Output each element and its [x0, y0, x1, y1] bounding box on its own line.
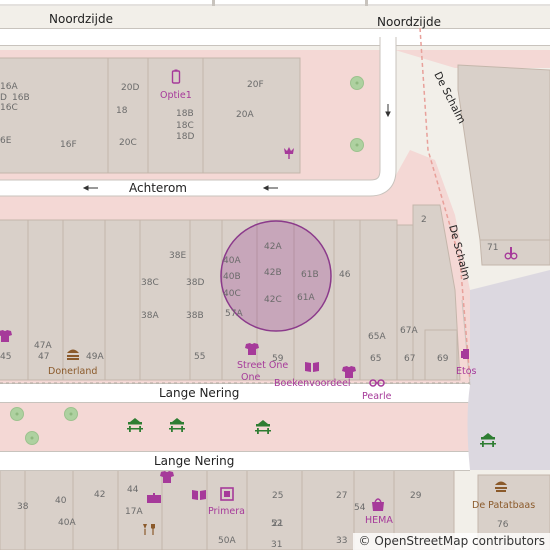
house-number: 65 [370, 354, 381, 364]
house-number: 20F [247, 80, 264, 90]
house-number: 18B [176, 109, 194, 119]
house-number: 38 [17, 502, 29, 512]
house-number: 29 [410, 491, 422, 501]
house-number: 67A [400, 326, 418, 336]
house-number: 42 [94, 490, 105, 500]
house-number: 27 [336, 491, 347, 501]
house-number: 16F [60, 140, 77, 150]
house-number: 45 [0, 352, 11, 362]
house-number: 6E [0, 136, 12, 146]
house-number: 38E [169, 251, 186, 261]
house-number: 57A [225, 309, 243, 319]
house-number: 49A [86, 352, 104, 362]
house-number: 18 [116, 106, 128, 116]
house-number: 40A [223, 256, 241, 266]
map-attribution: © OpenStreetMap contributors [352, 533, 550, 550]
house-number: 52 [271, 519, 282, 529]
poi-label-boekenvoordeel[interactable]: Boekenvoordeel [274, 378, 351, 389]
house-number: 16C [0, 103, 18, 113]
poi-label-de-patatbaas[interactable]: De Patatbaas [472, 500, 535, 511]
house-number: 40A [58, 518, 76, 528]
house-number: 47 [38, 352, 49, 362]
house-number: 44 [127, 485, 139, 495]
house-number: 40C [223, 289, 241, 299]
house-number: 42C [264, 295, 282, 305]
road-label-achterom: Achterom [129, 181, 187, 195]
house-number: 33 [336, 536, 347, 546]
house-number: 50A [218, 536, 236, 546]
house-number: 2 [421, 215, 427, 225]
house-number: 16B [12, 93, 30, 103]
house-number: 55 [194, 352, 205, 362]
house-number: 31 [271, 540, 282, 550]
house-number: 40B [223, 272, 241, 282]
poi-label-pearle[interactable]: Pearle [362, 391, 392, 402]
house-number: 69 [437, 354, 449, 364]
house-number: 67 [404, 354, 415, 364]
house-number: 47A [34, 341, 52, 351]
road-label-noordzijde: Noordzijde [377, 15, 441, 29]
poi-label-donerland[interactable]: Donerland [48, 366, 97, 377]
poi-label-street-one[interactable]: Street One [237, 360, 288, 371]
house-number: 38B [186, 311, 204, 321]
house-number: 20D [121, 83, 139, 93]
road-label-noordzijde: Noordzijde [49, 12, 113, 26]
house-number: 65A [368, 332, 386, 342]
poi-label-hema[interactable]: HEMA [365, 515, 393, 526]
house-number: 61B [301, 270, 319, 280]
house-number: 18D [176, 132, 194, 142]
map-canvas: 16A D 16B 16C 6E 16F 20D 18 20C 18B 18C … [0, 0, 550, 550]
house-number: 42B [264, 268, 282, 278]
house-number: 54 [354, 503, 366, 513]
road-label-lange-nering: Lange Nering [154, 454, 234, 468]
house-number: 40 [55, 496, 67, 506]
house-number: 46 [339, 270, 351, 280]
poi-label-etos[interactable]: Etos [456, 366, 477, 377]
poi-label-primera[interactable]: Primera [208, 506, 245, 517]
house-number: 17A [125, 507, 143, 517]
copyright-symbol: © [358, 534, 371, 548]
poi-label-optie1[interactable]: Optie1 [160, 90, 192, 101]
house-number: 20A [236, 110, 254, 120]
house-number: 71 [487, 243, 498, 253]
attribution-link[interactable]: OpenStreetMap contributors [374, 534, 545, 548]
house-number: 18C [176, 121, 194, 131]
house-number: 16A [0, 82, 18, 92]
house-number: 76 [497, 520, 509, 530]
house-number: D [0, 93, 7, 103]
road-label-lange-nering: Lange Nering [159, 386, 239, 400]
map-view[interactable]: 16A D 16B 16C 6E 16F 20D 18 20C 18B 18C … [0, 0, 550, 550]
house-number: 38C [141, 278, 159, 288]
poi-label-street-one-2: One [241, 372, 260, 383]
house-number: 61A [297, 293, 315, 303]
house-number: 38A [141, 311, 159, 321]
house-number: 42A [264, 242, 282, 252]
house-number: 20C [119, 138, 137, 148]
house-number: 38D [186, 278, 204, 288]
house-number: 25 [272, 491, 283, 501]
